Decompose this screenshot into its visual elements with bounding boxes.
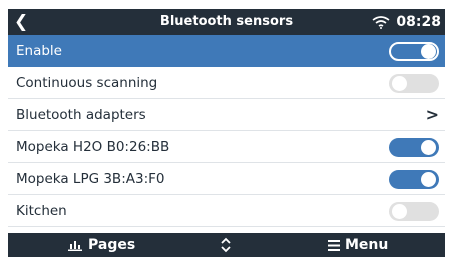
toggle-knob <box>421 44 436 59</box>
list-item-label: Mopeka H2O B0:26:BB <box>16 139 170 155</box>
page-title: Bluetooth sensors <box>159 14 294 29</box>
bar-chart-icon <box>68 241 82 251</box>
kitchen-toggle[interactable] <box>389 202 439 221</box>
list-item-mopeka-lpg[interactable]: Mopeka LPG 3B:A3:F0 <box>8 163 445 195</box>
hamburger-icon <box>328 239 340 251</box>
list-item-label: Kitchen <box>16 203 67 219</box>
up-down-button[interactable] <box>220 233 232 257</box>
list-item-continuous-scanning[interactable]: Continuous scanning <box>8 67 445 99</box>
wifi-icon <box>372 16 390 29</box>
list-item-label: Mopeka LPG 3B:A3:F0 <box>16 171 165 187</box>
settings-list: Enable Continuous scanning Bluetooth ada… <box>8 35 445 227</box>
screen: ❮ Bluetooth sensors 08:28 Enable Continu… <box>8 9 445 257</box>
status-area: 08:28 <box>372 9 441 35</box>
toggle-knob <box>392 76 407 91</box>
toggle-knob <box>421 172 436 187</box>
list-item-mopeka-h2o[interactable]: Mopeka H2O B0:26:BB <box>8 131 445 163</box>
back-button[interactable]: ❮ <box>14 11 30 33</box>
clock: 08:28 <box>396 14 441 30</box>
up-down-icon <box>221 237 231 253</box>
chevron-left-icon: ❮ <box>14 12 29 32</box>
list-item-label: Enable <box>16 43 62 59</box>
menu-button[interactable]: Menu <box>328 233 388 257</box>
bottom-bar: Pages Menu <box>8 233 445 257</box>
list-item-kitchen[interactable]: Kitchen <box>8 195 445 227</box>
list-item-label: Bluetooth adapters <box>16 107 146 123</box>
list-item-enable[interactable]: Enable <box>8 35 445 67</box>
mopeka-lpg-toggle[interactable] <box>389 170 439 189</box>
chevron-right-icon: > <box>425 105 439 124</box>
list-item-bluetooth-adapters[interactable]: Bluetooth adapters > <box>8 99 445 131</box>
menu-label: Menu <box>345 237 389 253</box>
toggle-knob <box>421 140 436 155</box>
pages-button[interactable]: Pages <box>68 233 135 257</box>
mopeka-h2o-toggle[interactable] <box>389 138 439 157</box>
list-item-label: Continuous scanning <box>16 75 158 91</box>
continuous-scanning-toggle[interactable] <box>389 74 439 93</box>
enable-toggle[interactable] <box>389 42 439 61</box>
toggle-knob <box>392 204 407 219</box>
pages-label: Pages <box>88 237 136 253</box>
top-bar: ❮ Bluetooth sensors 08:28 <box>8 9 445 35</box>
